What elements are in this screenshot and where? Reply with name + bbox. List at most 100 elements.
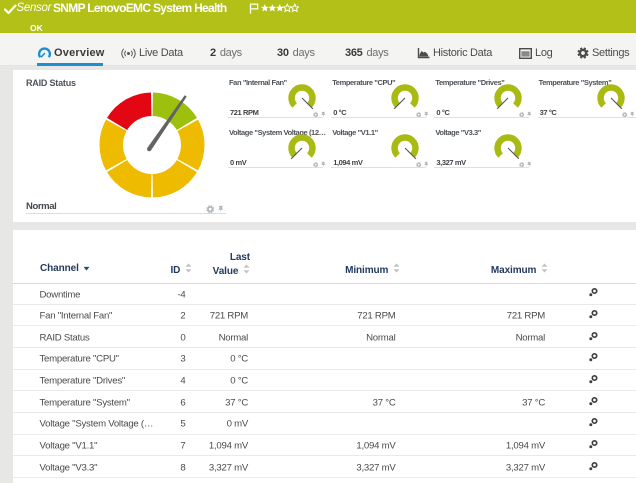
area-chart-icon <box>417 47 430 59</box>
channel-settings-icon[interactable] <box>587 284 599 302</box>
channel-row[interactable]: Fan "Internal Fan"2721 RPM721 RPM721 RPM <box>13 305 636 327</box>
channel-settings-icon[interactable] <box>587 349 599 367</box>
channel-settings-icon[interactable] <box>587 393 599 411</box>
tab-settings[interactable]: Settings <box>577 37 629 69</box>
channel-id: 4 <box>180 376 185 387</box>
sort-direction-icon <box>83 266 90 271</box>
channel-last-value: 0 °C <box>230 376 248 387</box>
mini-gauge-title: Voltage "V1.1" <box>332 128 378 137</box>
tab-log[interactable]: Log <box>519 37 552 69</box>
tab-bar: Overview Live Data 2 days 30 days <box>0 33 636 66</box>
channel-last-value: 0 °C <box>230 354 248 365</box>
channel-name: Temperature "CPU" <box>40 354 119 365</box>
mini-gauge-value: 0 °C <box>333 108 346 117</box>
col-header-id[interactable]: ID <box>171 263 193 276</box>
tab-log-label: Log <box>535 47 552 59</box>
mini-card-divider <box>331 167 426 168</box>
channel-name: Fan "Internal Fan" <box>40 311 113 322</box>
channel-id: 5 <box>180 419 185 430</box>
channel-row[interactable]: Temperature "Drives" 4 0 °C <box>13 370 636 392</box>
log-icon <box>519 48 532 59</box>
channels-table-panel: Channel ID Last Value Minimum Maximum Do… <box>13 230 636 483</box>
tab-overview-label: Overview <box>54 47 105 59</box>
mini-gauge-value: 0 °C <box>436 108 449 117</box>
col-header-last-label: Last <box>213 252 250 264</box>
col-header-id-label: ID <box>171 265 181 276</box>
mini-card-divider <box>538 117 636 118</box>
tab-2-days[interactable]: 2 days <box>210 37 242 69</box>
mini-gauge <box>285 81 319 115</box>
channel-row[interactable]: Downtime-4 <box>13 283 636 305</box>
channel-settings-icon[interactable] <box>587 458 599 476</box>
raid-status-value: Normal <box>26 201 56 212</box>
channel-name: Voltage "V3.3" <box>40 462 98 473</box>
channel-last-value: 721 RPM <box>210 311 248 322</box>
channel-settings-icon[interactable] <box>587 436 599 454</box>
channel-id: 6 <box>180 397 185 408</box>
channel-settings-icon[interactable] <box>587 371 599 389</box>
mini-gauge-value: 3,327 mV <box>436 158 465 167</box>
col-header-last-value[interactable]: Last Value <box>213 252 250 277</box>
mini-gauge-value: 0 mV <box>230 158 246 167</box>
flag-icon[interactable] <box>249 3 259 14</box>
channel-id: 3 <box>180 354 185 365</box>
mini-gauge-title: Temperature "CPU" <box>332 78 395 87</box>
sort-icon[interactable] <box>541 263 548 273</box>
channel-row[interactable]: Temperature "System"637 °C37 °C37 °C <box>13 391 636 413</box>
channel-row[interactable]: Voltage "V3.3"83,327 mV3,327 mV3,327 mV <box>13 456 636 478</box>
mini-gauge-value: 1,094 mV <box>333 158 362 167</box>
channel-minimum: Normal <box>366 332 395 343</box>
channel-name: Downtime <box>40 289 81 300</box>
channel-row[interactable]: Voltage "System Voltage (…50 mV <box>13 413 636 435</box>
channel-settings-icon[interactable] <box>587 306 599 324</box>
sort-icon[interactable] <box>393 263 400 273</box>
col-header-minimum-label: Minimum <box>345 265 388 276</box>
mini-gauge <box>594 81 628 115</box>
col-header-channel-label: Channel <box>40 263 79 274</box>
mini-gauge <box>285 131 319 165</box>
tab-live-data-label: Live Data <box>139 47 183 59</box>
tab-settings-label: Settings <box>592 47 629 59</box>
col-header-maximum[interactable]: Maximum <box>491 263 548 276</box>
channel-minimum: 1,094 mV <box>356 441 395 452</box>
tab-30-days-number: 30 <box>277 47 289 59</box>
check-icon <box>4 4 17 15</box>
mini-card-divider <box>331 117 426 118</box>
channel-name: RAID Status <box>40 332 90 343</box>
col-header-maximum-label: Maximum <box>491 265 536 276</box>
channel-last-value: 1,094 mV <box>209 441 248 452</box>
channel-row[interactable]: RAID Status0NormalNormalNormal <box>13 326 636 348</box>
pin-icon[interactable] <box>218 205 224 213</box>
sort-icon[interactable] <box>185 263 192 273</box>
channel-row[interactable]: Temperature "CPU" 3 0 °C <box>13 348 636 370</box>
channel-last-value: 37 °C <box>225 397 248 408</box>
mini-card-divider <box>228 167 323 168</box>
sensor-status-header: Sensor SNMP LenovoEMC System Health OK <box>0 0 636 33</box>
active-tab-underline <box>37 63 103 66</box>
tab-historic-data[interactable]: Historic Data <box>417 37 492 69</box>
col-header-value-line: Value <box>213 264 250 278</box>
raid-card-divider <box>26 213 226 214</box>
col-header-channel[interactable]: Channel <box>40 263 90 274</box>
tab-30-days[interactable]: 30 days <box>277 37 315 69</box>
mini-gauge-card: Temperature "Drives"0 °C <box>434 70 529 117</box>
channel-maximum: 3,327 mV <box>506 462 545 473</box>
channel-settings-icon[interactable] <box>587 328 599 346</box>
channel-row[interactable]: Voltage "V1.1"71,094 mV1,094 mV1,094 mV <box>13 435 636 457</box>
channel-id: 2 <box>180 311 185 322</box>
channel-maximum: 721 RPM <box>507 311 545 322</box>
channel-id: 0 <box>180 332 185 343</box>
sensor-status-text: OK <box>30 23 43 33</box>
col-header-minimum[interactable]: Minimum <box>345 263 400 276</box>
tab-live-data[interactable]: Live Data <box>121 37 183 69</box>
tab-30-days-unit: days <box>293 47 315 59</box>
tab-365-days-number: 365 <box>345 47 362 59</box>
channel-settings-icon[interactable] <box>587 414 599 432</box>
priority-stars[interactable] <box>261 3 299 13</box>
sort-icon[interactable] <box>243 264 250 274</box>
channel-maximum: Normal <box>516 332 545 343</box>
mini-gauge-card: Voltage "System Voltage (12…0 mV <box>228 120 323 167</box>
channel-name: Temperature "Drives" <box>40 376 126 387</box>
mini-gauge <box>491 81 525 115</box>
tab-365-days[interactable]: 365 days <box>345 37 389 69</box>
